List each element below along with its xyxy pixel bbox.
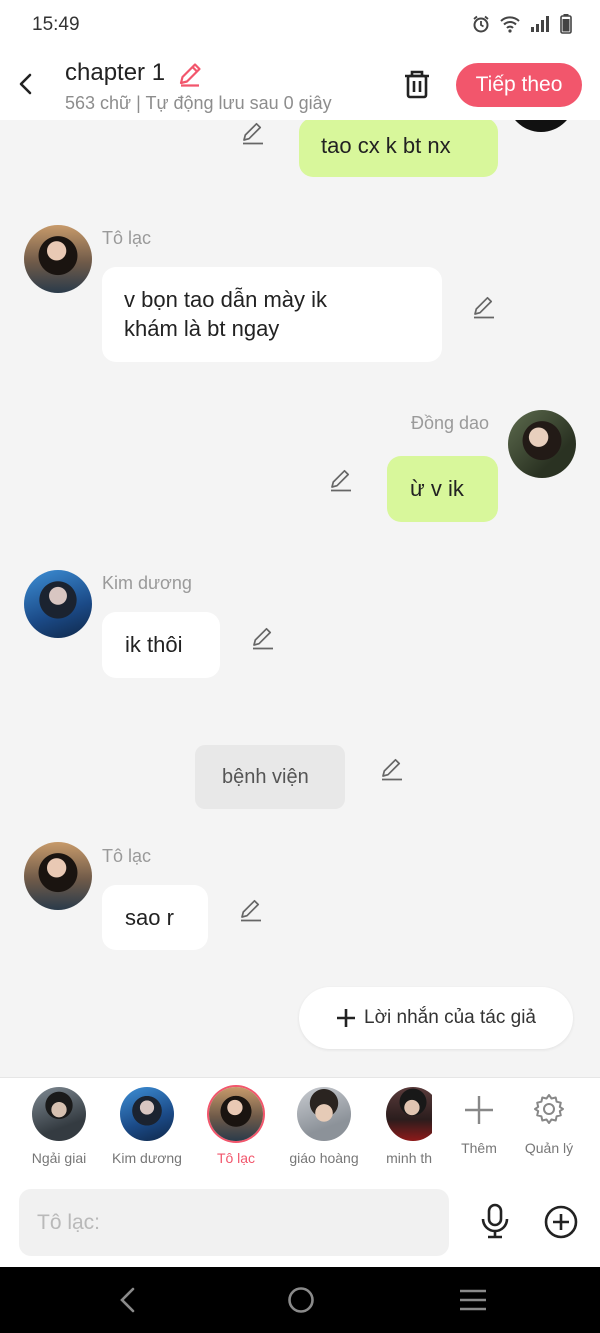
speaker-name: Tô lạc [102,846,152,866]
avatar[interactable] [508,410,576,478]
status-bar: 15:49 [0,0,600,50]
add-label: Thêm [461,1140,497,1156]
plus-icon [465,1096,493,1124]
trash-icon[interactable] [401,68,433,100]
avatar[interactable] [507,120,575,132]
add-character-button[interactable]: Thêm [444,1078,514,1178]
edit-message-icon[interactable] [471,294,497,320]
author-note-label: Lời nhắn của tác giả [364,1007,536,1028]
avatar[interactable] [24,225,92,293]
next-button[interactable]: Tiếp theo [456,63,582,107]
message-bubble[interactable]: ik thôi [102,612,220,678]
gear-icon [534,1094,564,1124]
character-name: Tô lạc [216,1150,256,1166]
character-avatar [297,1087,351,1141]
character-name: minh thả [386,1150,432,1166]
character-item[interactable]: giáo hoàng [279,1078,369,1178]
character-item-selected[interactable]: Tô lạc [191,1078,281,1178]
chat-area: tao cx k bt nx Tô lạc v bọn tao dẫn mày … [0,120,600,1077]
narration-bubble[interactable]: bệnh viện [195,745,345,809]
message-bubble[interactable]: v bọn tao dẫn mày ik khám là bt ngay [102,267,442,362]
speaker-name: Đồng dao [411,413,490,433]
battery-icon [560,14,572,34]
character-avatar [386,1087,432,1141]
status-time: 15:49 [32,14,80,35]
message-input[interactable] [19,1189,449,1256]
add-attachment-icon[interactable] [544,1205,578,1239]
plus-icon [337,1009,356,1027]
avatar[interactable] [24,570,92,638]
avatar[interactable] [24,842,92,910]
word-count-status: 563 chữ | Tự động lưu sau 0 giây [65,93,332,113]
microphone-icon[interactable] [479,1203,511,1239]
character-avatar [32,1087,86,1141]
status-icons [472,14,572,34]
manage-label: Quản lý [524,1140,574,1156]
alarm-icon [473,15,489,33]
character-item[interactable]: Ngải giai [14,1078,104,1178]
character-avatar [120,1087,174,1141]
edit-message-icon[interactable] [328,467,354,493]
wifi-icon [500,16,520,33]
character-item[interactable]: Kim dương [102,1078,192,1178]
message-bubble[interactable]: sao r [102,885,208,950]
character-name: Ngải giai [31,1150,87,1166]
manage-button[interactable]: Quản lý [514,1078,584,1178]
composer [0,1179,600,1267]
character-item[interactable]: minh thả [368,1078,432,1178]
system-nav-bar [0,1267,600,1333]
message-bubble[interactable]: tao cx k bt nx [299,120,498,177]
signal-icon [531,16,549,32]
character-avatar [209,1087,263,1141]
character-name: Kim dương [112,1150,182,1166]
edit-title-icon[interactable] [176,60,204,88]
character-bar: Ngải giai Kim dương Tô lạc giáo hoàng mi… [0,1077,600,1180]
nav-recents-icon[interactable] [458,1287,488,1313]
edit-message-icon[interactable] [238,897,264,923]
back-arrow-icon[interactable] [14,68,38,100]
edit-message-icon[interactable] [240,120,266,146]
nav-back-icon[interactable] [116,1285,140,1315]
character-name: giáo hoàng [289,1150,359,1166]
author-note-button[interactable]: Lời nhắn của tác giả [299,987,573,1049]
speaker-name: Tô lạc [102,228,152,248]
nav-home-icon[interactable] [286,1285,316,1315]
edit-message-icon[interactable] [250,625,276,651]
editor-header: chapter 1 563 chữ | Tự động lưu sau 0 gi… [0,50,600,120]
chapter-title: chapter 1 [65,59,166,86]
edit-message-icon[interactable] [379,756,405,782]
speaker-name: Kim dương [102,573,192,593]
message-bubble[interactable]: ừ v ik [387,456,498,522]
